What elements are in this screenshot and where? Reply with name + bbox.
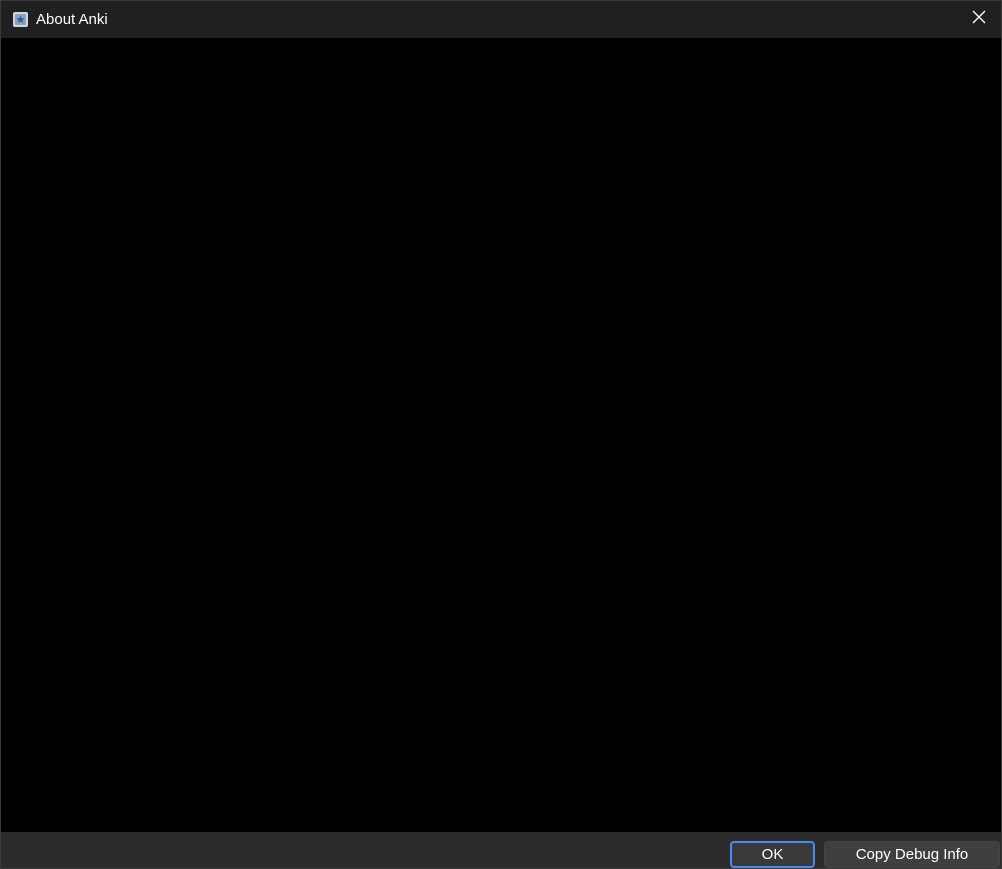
- about-content-webview: [1, 38, 1001, 832]
- anki-app-icon: [12, 11, 29, 28]
- titlebar: About Anki: [1, 1, 1001, 38]
- window-title: About Anki: [36, 11, 108, 28]
- dialog-button-bar: OK Copy Debug Info: [1, 832, 1001, 868]
- ok-button[interactable]: OK: [730, 841, 815, 868]
- copy-debug-info-button[interactable]: Copy Debug Info: [824, 841, 1000, 868]
- close-button[interactable]: [956, 1, 1002, 38]
- about-dialog: About Anki OK Copy Debug Info: [0, 0, 1002, 869]
- close-icon: [972, 10, 986, 29]
